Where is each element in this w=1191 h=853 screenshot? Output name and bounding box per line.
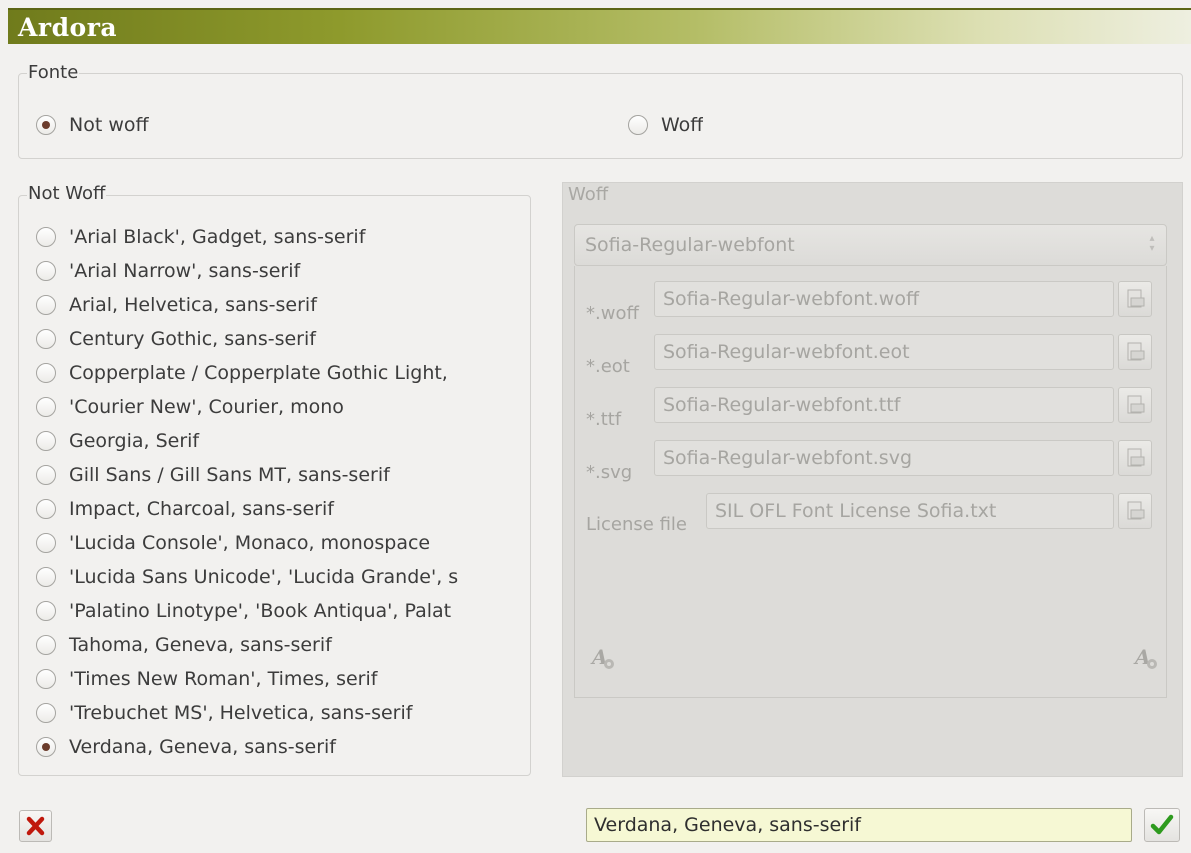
- font-option[interactable]: Century Gothic, sans-serif: [36, 326, 528, 352]
- file-open-icon: [1127, 395, 1145, 414]
- browse-svg-button[interactable]: [1118, 440, 1152, 476]
- svg-ext-label: *.svg: [586, 462, 633, 483]
- browse-ttf-button[interactable]: [1118, 387, 1152, 423]
- add-font-icon[interactable]: A: [590, 644, 618, 672]
- browse-license-button[interactable]: [1118, 493, 1152, 529]
- font-option-indicator[interactable]: [36, 601, 56, 621]
- font-option-indicator[interactable]: [36, 261, 56, 281]
- font-option-label: Georgia, Serif: [69, 430, 200, 452]
- file-open-icon: [1127, 289, 1145, 308]
- font-option[interactable]: 'Palatino Linotype', 'Book Antiqua', Pal…: [36, 598, 528, 624]
- font-option[interactable]: 'Times New Roman', Times, serif: [36, 666, 528, 692]
- font-option-label: Impact, Charcoal, sans-serif: [69, 498, 334, 520]
- font-option-indicator[interactable]: [36, 567, 56, 587]
- font-option[interactable]: 'Courier New', Courier, mono: [36, 394, 528, 420]
- font-option-indicator[interactable]: [36, 295, 56, 315]
- fonte-group: [18, 73, 1183, 159]
- font-option[interactable]: 'Arial Black', Gadget, sans-serif: [36, 224, 528, 250]
- font-option-label: Verdana, Geneva, sans-serif: [69, 736, 336, 758]
- file-open-icon: [1127, 501, 1145, 520]
- radio-not-woff-indicator[interactable]: [36, 115, 56, 135]
- file-open-icon: [1127, 448, 1145, 467]
- not-woff-group-label: Not Woff: [27, 183, 107, 204]
- eot-ext-label: *.eot: [586, 356, 630, 377]
- font-option[interactable]: 'Lucida Console', Monaco, monospace: [36, 530, 528, 556]
- font-option-label: Gill Sans / Gill Sans MT, sans-serif: [69, 464, 390, 486]
- font-option-label: 'Lucida Sans Unicode', 'Lucida Grande', …: [69, 566, 459, 588]
- font-option-label: Tahoma, Geneva, sans-serif: [69, 634, 332, 656]
- ttf-ext-label: *.ttf: [586, 409, 622, 430]
- close-icon: [26, 816, 45, 836]
- font-option-indicator[interactable]: [36, 227, 56, 247]
- radio-not-woff[interactable]: Not woff: [36, 112, 149, 138]
- font-option[interactable]: 'Arial Narrow', sans-serif: [36, 258, 528, 284]
- font-option-indicator[interactable]: [36, 363, 56, 383]
- font-option[interactable]: 'Trebuchet MS', Helvetica, sans-serif: [36, 700, 528, 726]
- font-option-label: 'Lucida Console', Monaco, monospace: [69, 532, 431, 554]
- title-bar: Ardora: [8, 8, 1191, 44]
- font-option[interactable]: Verdana, Geneva, sans-serif: [36, 734, 528, 760]
- font-option-label: 'Arial Black', Gadget, sans-serif: [69, 226, 366, 248]
- font-option[interactable]: 'Lucida Sans Unicode', 'Lucida Grande', …: [36, 564, 528, 590]
- font-option-indicator[interactable]: [36, 329, 56, 349]
- font-option[interactable]: Arial, Helvetica, sans-serif: [36, 292, 528, 318]
- font-option-indicator[interactable]: [36, 499, 56, 519]
- font-option-indicator[interactable]: [36, 465, 56, 485]
- fonte-group-label: Fonte: [27, 62, 80, 83]
- font-option-indicator[interactable]: [36, 533, 56, 553]
- woff-file-field[interactable]: Sofia-Regular-webfont.woff: [654, 281, 1114, 317]
- selected-font-field[interactable]: Verdana, Geneva, sans-serif: [586, 808, 1132, 842]
- font-option[interactable]: Impact, Charcoal, sans-serif: [36, 496, 528, 522]
- browse-eot-button[interactable]: [1118, 334, 1152, 370]
- add-font-icon[interactable]: A: [1133, 644, 1161, 672]
- window-title: Ardora: [18, 13, 118, 42]
- font-option[interactable]: Copperplate / Copperplate Gothic Light,: [36, 360, 528, 386]
- font-option-label: 'Courier New', Courier, mono: [69, 396, 344, 418]
- font-option-label: Century Gothic, sans-serif: [69, 328, 316, 350]
- font-option-indicator[interactable]: [36, 703, 56, 723]
- woff-font-select-value: Sofia-Regular-webfont: [585, 234, 795, 256]
- file-open-icon: [1127, 342, 1145, 361]
- font-option-label: 'Arial Narrow', sans-serif: [69, 260, 301, 282]
- svg-file-field[interactable]: Sofia-Regular-webfont.svg: [654, 440, 1114, 476]
- font-option-indicator[interactable]: [36, 669, 56, 689]
- font-option-label: 'Palatino Linotype', 'Book Antiqua', Pal…: [69, 600, 452, 622]
- font-option-label: Arial, Helvetica, sans-serif: [69, 294, 317, 316]
- font-option-indicator[interactable]: [36, 635, 56, 655]
- font-option[interactable]: Tahoma, Geneva, sans-serif: [36, 632, 528, 658]
- eot-file-field[interactable]: Sofia-Regular-webfont.eot: [654, 334, 1114, 370]
- font-option[interactable]: Gill Sans / Gill Sans MT, sans-serif: [36, 462, 528, 488]
- woff-ext-label: *.woff: [586, 303, 639, 324]
- chevron-up-down-icon: ▴ ▾: [1149, 233, 1155, 254]
- font-option-indicator[interactable]: [36, 397, 56, 417]
- woff-group-label: Woff: [566, 184, 611, 205]
- font-option[interactable]: Georgia, Serif: [36, 428, 528, 454]
- woff-font-select[interactable]: Sofia-Regular-webfont ▴ ▾: [574, 224, 1167, 266]
- cancel-button[interactable]: [19, 810, 52, 842]
- radio-not-woff-label: Not woff: [69, 114, 149, 136]
- radio-woff[interactable]: Woff: [628, 112, 703, 138]
- license-file-field[interactable]: SIL OFL Font License Sofia.txt: [706, 493, 1114, 529]
- radio-woff-indicator[interactable]: [628, 115, 648, 135]
- font-option-label: Copperplate / Copperplate Gothic Light,: [69, 362, 448, 384]
- font-option-indicator[interactable]: [36, 737, 56, 757]
- radio-woff-label: Woff: [661, 114, 704, 136]
- ok-button[interactable]: [1144, 808, 1180, 842]
- browse-woff-button[interactable]: [1118, 281, 1152, 317]
- font-option-indicator[interactable]: [36, 431, 56, 451]
- ttf-file-field[interactable]: Sofia-Regular-webfont.ttf: [654, 387, 1114, 423]
- woff-files-panel: [574, 266, 1167, 698]
- font-option-label: 'Times New Roman', Times, serif: [69, 668, 378, 690]
- font-option-label: 'Trebuchet MS', Helvetica, sans-serif: [69, 702, 413, 724]
- checkmark-icon: [1150, 814, 1174, 835]
- license-label: License file: [586, 514, 687, 535]
